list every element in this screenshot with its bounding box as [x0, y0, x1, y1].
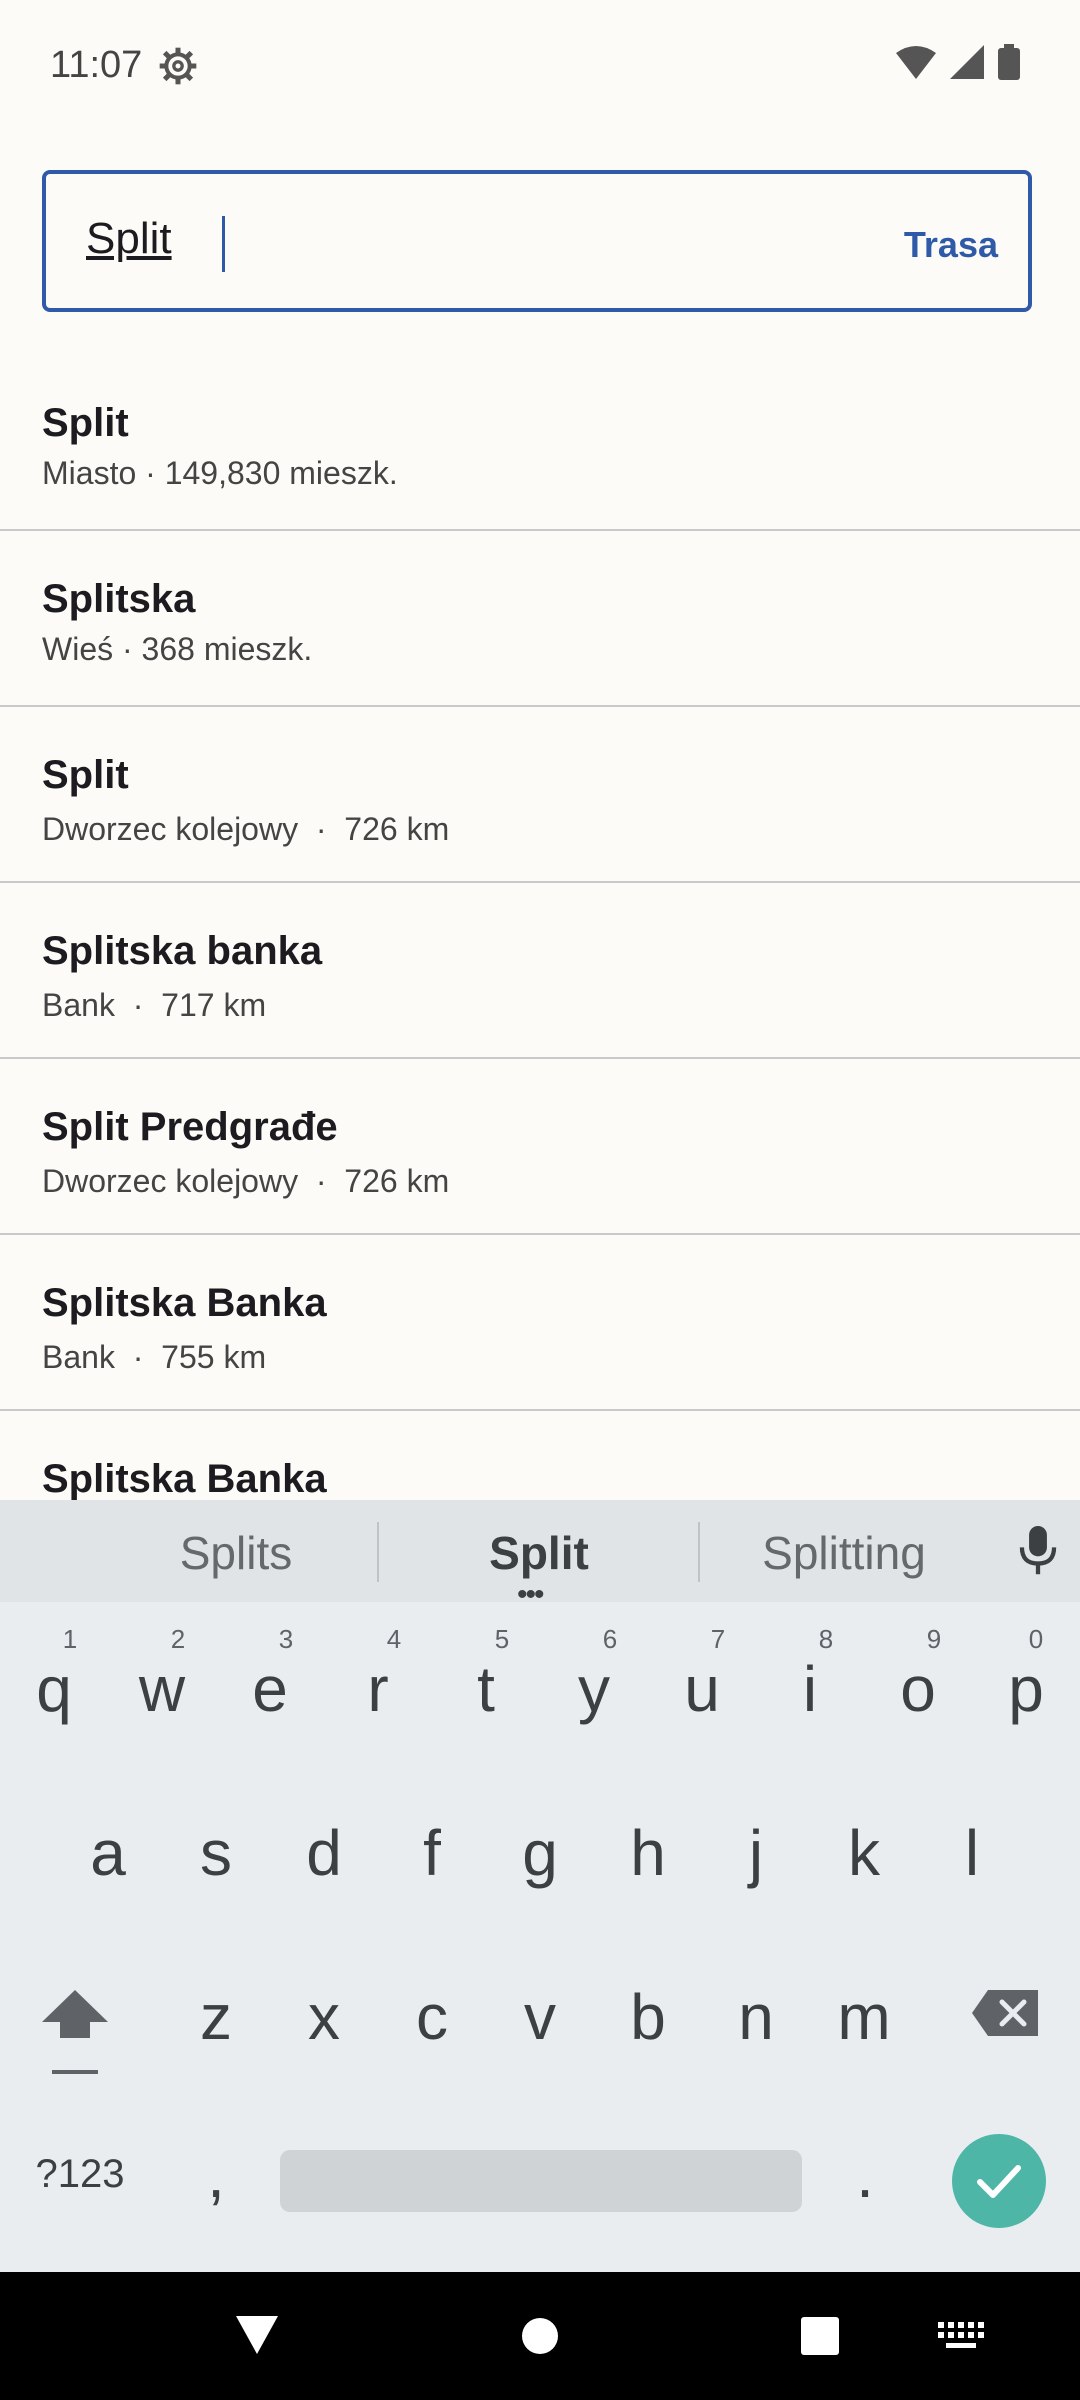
- route-button[interactable]: Trasa: [904, 224, 998, 266]
- signal-icon: [950, 45, 984, 79]
- search-results-list[interactable]: Split Miasto · 149,830 mieszk. Splitska …: [0, 355, 1080, 1500]
- key-e[interactable]: e: [220, 1652, 320, 1726]
- key-h[interactable]: h: [598, 1816, 698, 1890]
- shift-icon[interactable]: [40, 1990, 110, 2080]
- key-x[interactable]: x: [274, 1980, 374, 2054]
- search-input[interactable]: Split: [86, 214, 172, 264]
- result-title: Splitska: [42, 577, 196, 621]
- result-item[interactable]: Splitska Banka: [0, 1411, 1080, 1500]
- key-u[interactable]: u: [652, 1652, 752, 1726]
- suggestion-item[interactable]: Splitting: [694, 1526, 994, 1580]
- key-c[interactable]: c: [382, 1980, 482, 2054]
- result-subtitle: Dworzec kolejowy · 726 km: [42, 1163, 450, 1199]
- result-subtitle: Dworzec kolejowy · 726 km: [42, 811, 450, 847]
- recents-icon[interactable]: [800, 2316, 840, 2356]
- home-icon[interactable]: [520, 2316, 560, 2356]
- result-item[interactable]: Split Predgrađe Dworzec kolejowy · 726 k…: [0, 1059, 1080, 1235]
- result-title: Splitska banka: [42, 929, 323, 973]
- battery-icon: [998, 44, 1020, 80]
- key-m[interactable]: m: [814, 1980, 914, 2054]
- key-a[interactable]: a: [58, 1816, 158, 1890]
- key-g[interactable]: g: [490, 1816, 590, 1890]
- result-title: Splitska Banka: [42, 1457, 327, 1500]
- result-title: Splitska Banka: [42, 1281, 327, 1325]
- key-n[interactable]: n: [706, 1980, 806, 2054]
- navigation-bar: [0, 2272, 1080, 2400]
- enter-key[interactable]: [952, 2134, 1046, 2228]
- key-hint: 9: [926, 1624, 942, 1654]
- result-item[interactable]: Splitska Wieś · 368 mieszk.: [0, 531, 1080, 707]
- key-hint: 6: [602, 1624, 618, 1654]
- key-q[interactable]: q: [4, 1652, 104, 1726]
- suggestion-item[interactable]: Split: [389, 1526, 689, 1580]
- key-r[interactable]: r: [328, 1652, 428, 1726]
- key-l[interactable]: l: [922, 1816, 1022, 1890]
- key-hint: 1: [62, 1624, 78, 1654]
- status-bar: 11:07: [0, 0, 1080, 130]
- check-icon: [977, 2165, 1021, 2198]
- key-hint: 4: [386, 1624, 402, 1654]
- key-t[interactable]: t: [436, 1652, 536, 1726]
- status-time: 11:07: [50, 44, 143, 86]
- result-title: Split Predgrađe: [42, 1105, 338, 1149]
- suggestion-bar: Splits Split Splitting •••: [0, 1500, 1080, 1610]
- search-field[interactable]: Split Trasa: [42, 170, 1032, 312]
- result-subtitle: Wieś · 368 mieszk.: [42, 631, 313, 667]
- comma-key[interactable]: ,: [166, 2138, 266, 2212]
- key-s[interactable]: s: [166, 1816, 266, 1890]
- period-key[interactable]: .: [815, 2138, 915, 2212]
- suggestion-item[interactable]: Splits: [86, 1526, 386, 1580]
- settings-gear-icon: [159, 47, 197, 85]
- key-p[interactable]: p: [976, 1652, 1076, 1726]
- key-b[interactable]: b: [598, 1980, 698, 2054]
- key-hint: 5: [494, 1624, 510, 1654]
- key-w[interactable]: w: [112, 1652, 212, 1726]
- key-v[interactable]: v: [490, 1980, 590, 2054]
- keyboard-switch-icon[interactable]: [938, 2322, 984, 2350]
- result-item[interactable]: Splitska banka Bank · 717 km: [0, 883, 1080, 1059]
- key-d[interactable]: d: [274, 1816, 374, 1890]
- key-y[interactable]: y: [544, 1652, 644, 1726]
- key-hint: 0: [1028, 1624, 1044, 1654]
- result-subtitle: Bank · 717 km: [42, 987, 267, 1023]
- key-z[interactable]: z: [166, 1980, 266, 2054]
- result-subtitle: Bank · 755 km: [42, 1339, 267, 1375]
- key-hint: 2: [170, 1624, 186, 1654]
- key-hint: 7: [710, 1624, 726, 1654]
- result-title: Split: [42, 753, 129, 797]
- key-o[interactable]: o: [868, 1652, 968, 1726]
- space-key[interactable]: [280, 2150, 802, 2212]
- result-title: Split: [42, 401, 129, 445]
- wifi-icon: [896, 46, 936, 79]
- result-subtitle: Miasto · 149,830 mieszk.: [42, 455, 398, 491]
- key-j[interactable]: j: [706, 1816, 806, 1890]
- result-item[interactable]: Split Miasto · 149,830 mieszk.: [0, 355, 1080, 531]
- key-hint: 8: [818, 1624, 834, 1654]
- suggestion-divider: [377, 1522, 379, 1582]
- key-k[interactable]: k: [814, 1816, 914, 1890]
- result-item[interactable]: Splitska Banka Bank · 755 km: [0, 1235, 1080, 1411]
- key-hint: 3: [278, 1624, 294, 1654]
- text-cursor: [222, 216, 225, 272]
- key-f[interactable]: f: [382, 1816, 482, 1890]
- result-item[interactable]: Split Dworzec kolejowy · 726 km: [0, 707, 1080, 883]
- status-icons: [896, 44, 1020, 80]
- backspace-icon[interactable]: [972, 1990, 1038, 2036]
- back-icon[interactable]: [236, 2316, 278, 2354]
- symbols-key[interactable]: ?123: [30, 2152, 130, 2197]
- microphone-icon[interactable]: [1016, 1526, 1060, 1576]
- more-suggestions-icon[interactable]: •••: [517, 1580, 544, 1610]
- key-i[interactable]: i: [760, 1652, 860, 1726]
